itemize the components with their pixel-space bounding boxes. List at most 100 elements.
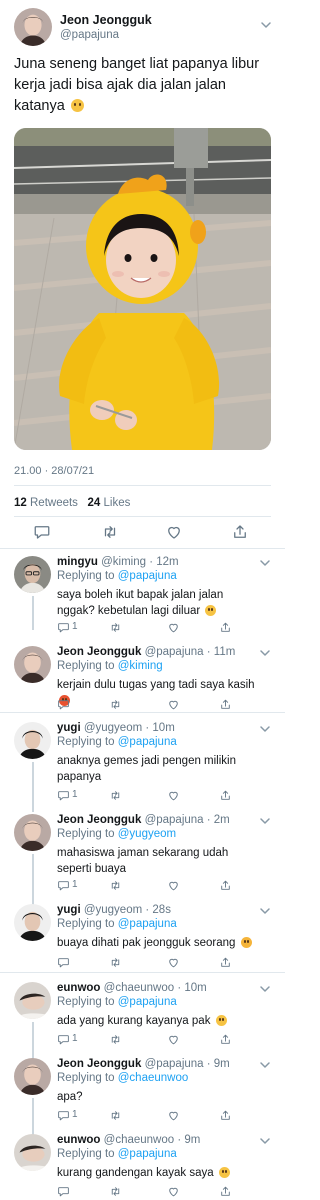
chevron-down-icon[interactable]	[259, 558, 271, 568]
replying-to-link[interactable]: @papajuna	[118, 570, 177, 582]
share-icon[interactable]	[231, 523, 249, 541]
avatar[interactable]	[14, 1058, 51, 1095]
reply-author-name[interactable]: eunwoo	[57, 982, 100, 994]
retweet-icon[interactable]	[109, 698, 122, 711]
share-icon[interactable]	[219, 1033, 232, 1046]
comment-icon[interactable]	[57, 1033, 70, 1046]
share-icon[interactable]	[219, 1109, 232, 1122]
chevron-down-icon[interactable]	[260, 20, 272, 30]
reply-item[interactable]: Jeon Jeongguk @papajuna · 9m Replying to…	[0, 1058, 285, 1136]
likes-stat[interactable]: 24 Likes	[88, 497, 131, 509]
divider	[14, 516, 271, 517]
comment-icon[interactable]	[33, 523, 51, 541]
retweet-icon[interactable]	[109, 1033, 122, 1046]
comment-icon[interactable]	[57, 956, 70, 969]
like-icon[interactable]	[167, 1185, 180, 1198]
reply-meta: @kiming · 12m	[101, 556, 179, 568]
avatar[interactable]	[14, 8, 52, 46]
retweets-stat[interactable]: 12 Retweets	[14, 497, 78, 509]
reply-item[interactable]: eunwoo @chaeunwoo · 9m Replying to @papa…	[0, 1134, 285, 1200]
reply-count: 1	[72, 1109, 78, 1120]
chevron-down-icon[interactable]	[259, 1136, 271, 1146]
chevron-down-icon[interactable]	[259, 724, 271, 734]
like-icon[interactable]	[167, 789, 180, 802]
comment-icon[interactable]	[57, 698, 70, 711]
reply-text-content: kurang gandengan kayak saya	[57, 1167, 214, 1179]
avatar[interactable]	[14, 722, 51, 759]
reply-item[interactable]: Jeon Jeongguk @papajuna · 11m Replying t…	[0, 646, 285, 706]
avatar[interactable]	[14, 982, 51, 1019]
comment-icon[interactable]	[57, 1185, 70, 1198]
reply-author-name[interactable]: Jeon Jeongguk	[57, 814, 141, 826]
like-icon[interactable]	[167, 956, 180, 969]
reply-text-content: buaya dihati pak jeongguk seorang	[57, 937, 236, 949]
share-icon[interactable]	[219, 879, 232, 892]
like-icon[interactable]	[167, 879, 180, 892]
author-name[interactable]: Jeon Jeongguk	[60, 13, 152, 27]
reply-item[interactable]: Jeon Jeongguk @papajuna · 2m Replying to…	[0, 814, 285, 910]
reply-author-name[interactable]: eunwoo	[57, 1134, 100, 1146]
chevron-down-icon[interactable]	[259, 816, 271, 826]
avatar[interactable]	[14, 1134, 51, 1171]
replying-to-link[interactable]: @papajuna	[118, 1148, 177, 1160]
replying-to-link[interactable]: @kiming	[118, 660, 163, 672]
tweet-timestamp[interactable]: 21.00 · 28/07/21	[14, 465, 94, 477]
reply-item[interactable]: mingyu @kiming · 12m Replying to @papaju…	[0, 556, 285, 636]
replying-to-link[interactable]: @papajuna	[118, 996, 177, 1008]
comment-icon[interactable]	[57, 879, 70, 892]
avatar[interactable]	[14, 814, 51, 851]
like-icon[interactable]	[167, 698, 180, 711]
replying-to-link[interactable]: @yugyeom	[118, 828, 176, 840]
share-icon[interactable]	[219, 789, 232, 802]
reply-actions: 1	[57, 621, 257, 635]
reply-author-name[interactable]: Jeon Jeongguk	[57, 646, 141, 658]
reply-item[interactable]: yugi @yugyeom · 28s Replying to @papajun…	[0, 904, 285, 964]
reply-header: yugi @yugyeom · 10m	[57, 722, 175, 734]
reply-text-content: ada yang kurang kayanya pak	[57, 1015, 211, 1027]
chevron-down-icon[interactable]	[259, 984, 271, 994]
retweet-icon[interactable]	[109, 956, 122, 969]
retweet-icon[interactable]	[109, 621, 122, 634]
replying-to-link[interactable]: @chaeunwoo	[118, 1072, 189, 1084]
retweet-icon[interactable]	[109, 1109, 122, 1122]
comment-icon[interactable]	[57, 621, 70, 634]
replying-to-link[interactable]: @papajuna	[118, 918, 177, 930]
like-icon[interactable]	[165, 523, 183, 541]
share-icon[interactable]	[219, 621, 232, 634]
like-icon[interactable]	[167, 1033, 180, 1046]
reply-actions	[57, 956, 257, 970]
like-icon[interactable]	[167, 1109, 180, 1122]
tweet-photo[interactable]	[14, 128, 271, 450]
reply-author-name[interactable]: yugi	[57, 904, 81, 916]
comment-icon[interactable]	[57, 1109, 70, 1122]
replying-to: Replying to @yugyeom	[57, 828, 176, 840]
reply-text: buaya dihati pak jeongguk seorang	[57, 935, 262, 951]
reply-item[interactable]: eunwoo @chaeunwoo · 10m Replying to @pap…	[0, 982, 285, 1060]
retweet-icon[interactable]	[109, 879, 122, 892]
reply-author-name[interactable]: Jeon Jeongguk	[57, 1058, 141, 1070]
chevron-down-icon[interactable]	[259, 1060, 271, 1070]
avatar[interactable]	[14, 646, 51, 683]
replying-to: Replying to @kiming	[57, 660, 163, 672]
reply-author-name[interactable]: mingyu	[57, 556, 98, 568]
chevron-down-icon[interactable]	[259, 906, 271, 916]
reply-author-name[interactable]: yugi	[57, 722, 81, 734]
chevron-down-icon[interactable]	[259, 648, 271, 658]
grin-emoji	[205, 605, 217, 616]
retweet-icon[interactable]	[109, 1185, 122, 1198]
share-icon[interactable]	[219, 698, 232, 711]
tweet-text-content: Juna seneng banget liat papanya libur ke…	[14, 56, 260, 114]
author-handle[interactable]: @papajuna	[60, 29, 119, 41]
avatar[interactable]	[14, 556, 51, 593]
retweet-icon[interactable]	[109, 789, 122, 802]
like-icon[interactable]	[167, 621, 180, 634]
reply-item[interactable]: yugi @yugyeom · 10m Replying to @papajun…	[0, 722, 285, 812]
reply-meta: @papajuna · 11m	[144, 646, 236, 658]
retweet-icon[interactable]	[101, 523, 119, 541]
likes-count: 24	[87, 497, 101, 509]
share-icon[interactable]	[219, 1185, 232, 1198]
replying-to-link[interactable]: @papajuna	[118, 736, 177, 748]
comment-icon[interactable]	[57, 789, 70, 802]
avatar[interactable]	[14, 904, 51, 941]
share-icon[interactable]	[219, 956, 232, 969]
